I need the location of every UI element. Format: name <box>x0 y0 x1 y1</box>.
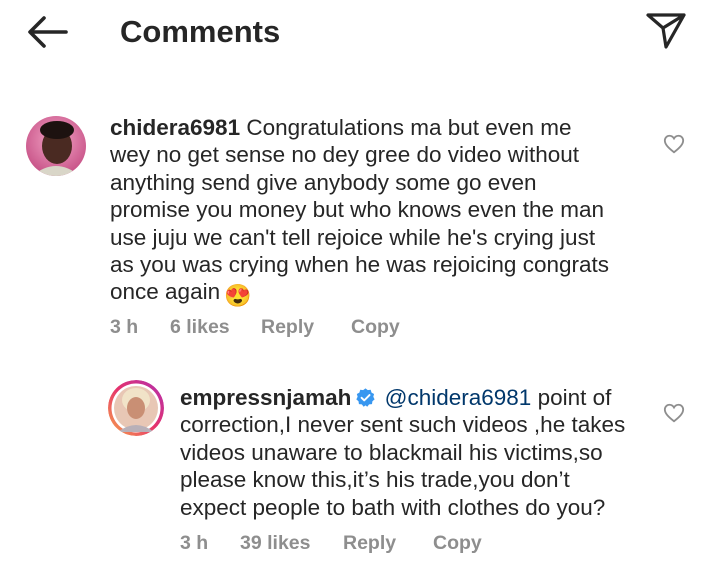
reply-line: correction,I never sent such videos ,he … <box>180 412 626 438</box>
comment-text: chidera6981 Congratulations ma but even … <box>110 114 640 309</box>
paper-plane-icon <box>646 13 686 49</box>
comment-likes[interactable]: 6 likes <box>170 316 230 339</box>
reply-line: point of <box>537 385 612 410</box>
reply-button[interactable]: Reply <box>261 316 314 339</box>
reply-time: 3 h <box>180 532 209 554</box>
copy-button[interactable]: Copy <box>433 532 482 555</box>
reply-username[interactable]: empressnjamah <box>180 385 351 410</box>
reply-item: empressnjamah @chidera6981 point of corr… <box>0 370 720 569</box>
verified-badge-icon <box>356 388 375 407</box>
comment-line: promise you money but who knows even the… <box>110 197 605 223</box>
comment-line: use juju we can't tell rejoice while he'… <box>110 224 596 250</box>
avatar-image <box>108 380 164 436</box>
mention-link[interactable]: @chidera6981 <box>385 385 532 410</box>
heart-outline-icon <box>663 403 685 423</box>
avatar[interactable] <box>108 380 164 436</box>
heart-outline-icon <box>663 134 685 154</box>
comment-line: wey no get sense no dey gree do video wi… <box>110 142 580 168</box>
comment-line: once again <box>110 279 221 305</box>
page-title: Comments <box>120 14 281 49</box>
avatar-image <box>26 116 86 176</box>
share-button[interactable] <box>644 11 688 51</box>
arrow-left-icon <box>28 16 68 48</box>
comment-line: anything send give anybody some go even <box>110 169 537 195</box>
comment-line: Congratulations ma but even me <box>246 115 572 140</box>
reply-button[interactable]: Reply <box>343 532 396 555</box>
heart-eyes-emoji: 😍 <box>224 283 252 309</box>
avatar[interactable] <box>26 116 86 176</box>
comment-time: 3 h <box>110 316 139 338</box>
comment-username[interactable]: chidera6981 <box>110 115 240 140</box>
reply-line: videos unaware to blackmail his victims,… <box>180 439 603 465</box>
comments-header: Comments <box>0 0 720 64</box>
reply-likes[interactable]: 39 likes <box>240 532 310 555</box>
back-button[interactable] <box>22 12 70 52</box>
comment-item: chidera6981 Congratulations ma but even … <box>0 100 720 350</box>
reply-line: please know this,it’s his trade,you don’… <box>180 467 570 493</box>
reply-text: empressnjamah @chidera6981 point of corr… <box>180 384 650 521</box>
copy-button[interactable]: Copy <box>351 316 400 339</box>
like-comment-button[interactable] <box>663 133 685 155</box>
reply-line: expect people to bath with clothes do yo… <box>180 494 606 520</box>
comment-line: as you was crying when he was rejoicing … <box>110 252 609 278</box>
like-reply-button[interactable] <box>663 402 685 424</box>
